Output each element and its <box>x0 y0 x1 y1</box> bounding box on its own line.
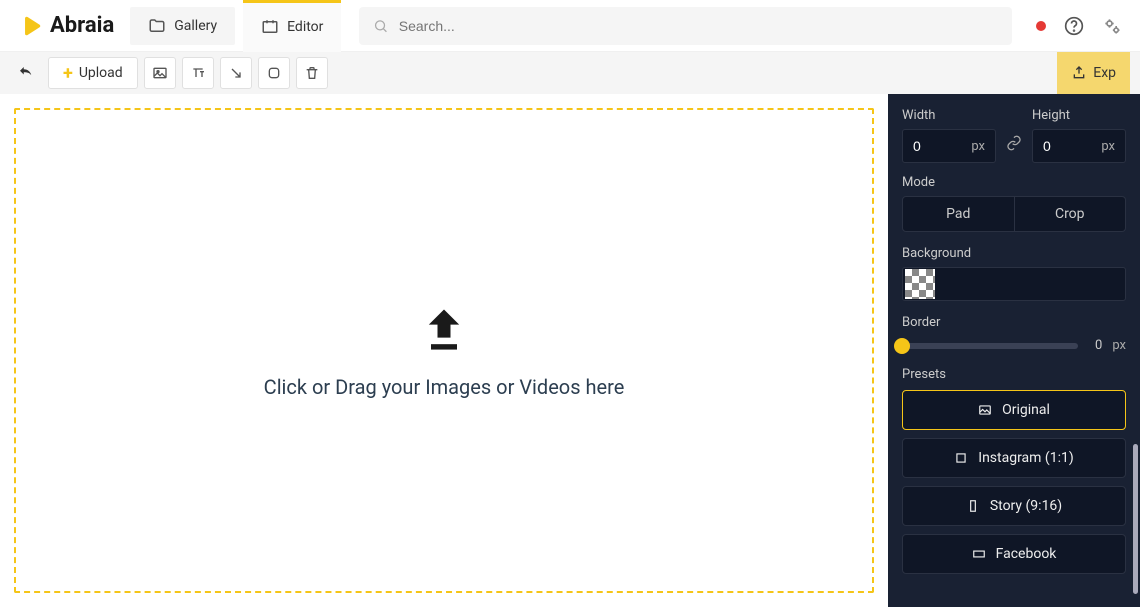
scrollbar[interactable] <box>1133 444 1138 594</box>
toolbar: + Upload Exp <box>0 52 1140 94</box>
mode-label: Mode <box>902 175 1126 190</box>
search-input[interactable] <box>399 18 998 34</box>
properties-panel: Width px Height px Mode P <box>888 94 1140 607</box>
preset-instagram[interactable]: Instagram (1:1) <box>902 438 1126 478</box>
shape-tool-button[interactable] <box>258 57 290 89</box>
preset-instagram-label: Instagram (1:1) <box>978 450 1073 466</box>
preset-original-label: Original <box>1002 402 1050 418</box>
drop-zone[interactable]: Click or Drag your Images or Videos here <box>14 108 874 593</box>
help-icon[interactable] <box>1064 16 1084 36</box>
mode-pad-button[interactable]: Pad <box>902 196 1015 232</box>
background-label: Background <box>902 246 1126 261</box>
width-input[interactable] <box>913 138 971 154</box>
mode-group: Pad Crop <box>902 196 1126 232</box>
square-icon <box>954 451 968 465</box>
upload-icon <box>418 303 470 355</box>
text-icon <box>190 65 206 81</box>
height-label: Height <box>1032 108 1126 123</box>
preset-original[interactable]: Original <box>902 390 1126 430</box>
preset-facebook[interactable]: Facebook <box>902 534 1126 574</box>
height-input[interactable] <box>1043 138 1101 154</box>
link-icon <box>1006 135 1022 151</box>
diagonal-arrow-icon <box>228 65 244 81</box>
trash-icon <box>304 65 320 81</box>
tab-editor-label: Editor <box>287 19 323 35</box>
width-input-wrap[interactable]: px <box>902 129 996 163</box>
export-icon <box>1071 65 1087 81</box>
tab-gallery[interactable]: Gallery <box>130 7 235 45</box>
presets-label: Presets <box>902 367 1126 382</box>
record-indicator[interactable] <box>1036 21 1046 31</box>
search-bar[interactable] <box>359 7 1012 45</box>
plus-icon: + <box>63 63 73 84</box>
canvas-area: Click or Drag your Images or Videos here <box>0 94 888 607</box>
settings-icon[interactable] <box>1102 16 1122 36</box>
width-unit: px <box>971 139 985 154</box>
drop-zone-text: Click or Drag your Images or Videos here <box>264 375 625 399</box>
folder-icon <box>148 17 166 35</box>
mode-crop-button[interactable]: Crop <box>1015 196 1127 232</box>
preset-facebook-label: Facebook <box>996 546 1057 562</box>
rounded-square-icon <box>266 65 282 81</box>
image-outline-icon <box>978 403 992 417</box>
border-value: 0 <box>1088 338 1102 353</box>
undo-icon <box>17 64 35 82</box>
undo-button[interactable] <box>10 57 42 89</box>
tab-gallery-label: Gallery <box>174 18 217 34</box>
width-label: Width <box>902 108 996 123</box>
brand-logo[interactable]: Abraia <box>10 13 122 39</box>
search-icon <box>373 18 388 34</box>
border-unit: px <box>1112 338 1126 353</box>
upload-button[interactable]: + Upload <box>48 57 138 89</box>
height-input-wrap[interactable]: px <box>1032 129 1126 163</box>
delete-button[interactable] <box>296 57 328 89</box>
edit-icon <box>261 18 279 36</box>
background-swatch[interactable] <box>902 267 1126 301</box>
link-dimensions-button[interactable] <box>1006 135 1022 163</box>
play-icon <box>18 13 44 39</box>
main-area: Click or Drag your Images or Videos here… <box>0 94 1140 607</box>
slider-thumb[interactable] <box>894 338 910 354</box>
export-label: Exp <box>1093 65 1116 81</box>
height-unit: px <box>1101 139 1115 154</box>
border-slider[interactable] <box>902 343 1078 349</box>
brand-name: Abraia <box>50 13 114 38</box>
header: Abraia Gallery Editor <box>0 0 1140 52</box>
text-tool-button[interactable] <box>182 57 214 89</box>
upload-label: Upload <box>79 65 123 81</box>
tab-editor[interactable]: Editor <box>243 0 341 52</box>
export-button[interactable]: Exp <box>1057 52 1130 94</box>
header-actions <box>1020 16 1130 36</box>
preset-story-label: Story (9:16) <box>990 498 1062 514</box>
landscape-rect-icon <box>972 547 986 561</box>
portrait-rect-icon <box>966 499 980 513</box>
arrow-tool-button[interactable] <box>220 57 252 89</box>
border-label: Border <box>902 315 1126 330</box>
transparent-swatch-icon <box>905 269 935 299</box>
preset-story[interactable]: Story (9:16) <box>902 486 1126 526</box>
image-icon <box>152 65 168 81</box>
image-tool-button[interactable] <box>144 57 176 89</box>
